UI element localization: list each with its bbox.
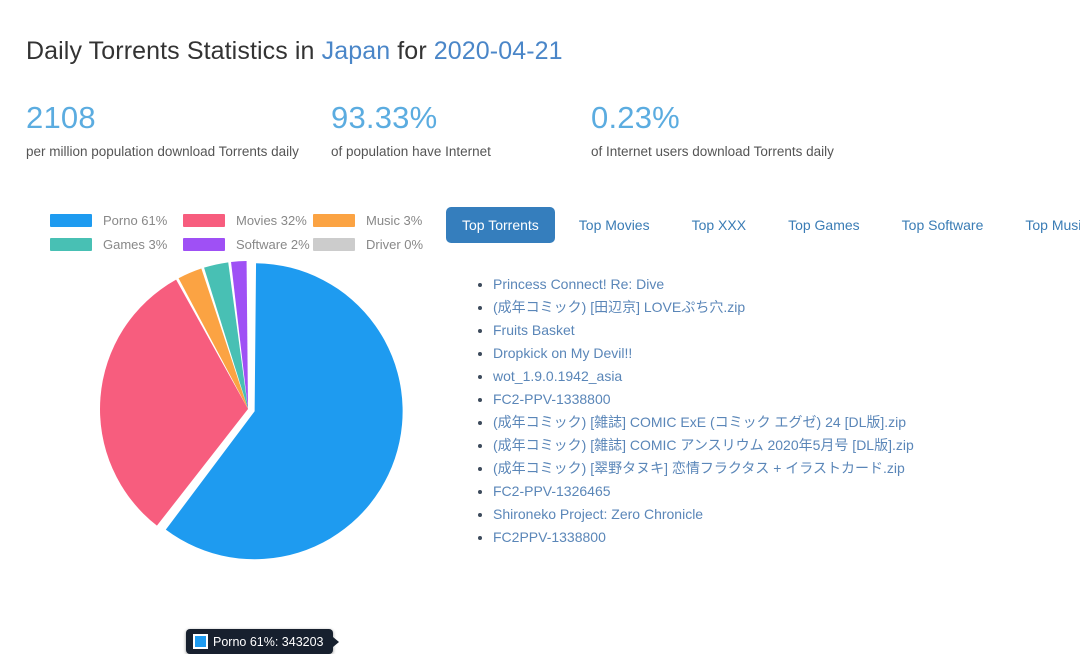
tab-top-movies[interactable]: Top Movies bbox=[563, 207, 666, 243]
list-item: Dropkick on My Devil!! bbox=[493, 342, 914, 365]
legend-label: Porno 61% bbox=[103, 212, 168, 228]
page-title-middle: for bbox=[390, 36, 434, 65]
chart-tooltip: Porno 61%: 343203 bbox=[186, 629, 339, 654]
tab-top-software[interactable]: Top Software bbox=[886, 207, 1000, 243]
list-item: FC2-PPV-1338800 bbox=[493, 388, 914, 411]
legend-label: Music 3% bbox=[366, 212, 423, 228]
legend-label: Movies 32% bbox=[236, 212, 307, 228]
stat-label: of population have Internet bbox=[331, 144, 491, 159]
list-item: Shironeko Project: Zero Chronicle bbox=[493, 503, 914, 526]
legend-swatch-icon bbox=[183, 213, 225, 227]
tab-top-torrents[interactable]: Top Torrents bbox=[446, 207, 555, 243]
torrent-link[interactable]: Dropkick on My Devil!! bbox=[493, 345, 632, 361]
torrent-link[interactable]: Shironeko Project: Zero Chronicle bbox=[493, 506, 703, 522]
pie-chart-panel: Porno 61% Movies 32% Music 3% Games 3% S… bbox=[26, 198, 441, 654]
tab-top-games[interactable]: Top Games bbox=[772, 207, 876, 243]
tab-bar: Top Torrents Top Movies Top XXX Top Game… bbox=[446, 207, 1080, 243]
list-item: (成年コミック) [翠野タヌキ] 恋情フラクタス + イラストカード.zip bbox=[493, 457, 914, 480]
tooltip-series-swatch-icon bbox=[193, 634, 208, 649]
stat-card-torrent-users-share: 0.23% of Internet users download Torrent… bbox=[591, 100, 991, 163]
page-title-prefix: Daily Torrents Statistics in bbox=[26, 36, 322, 65]
torrent-link[interactable]: Princess Connect! Re: Dive bbox=[493, 276, 664, 292]
stat-value: 0.23% bbox=[591, 100, 680, 135]
torrent-link[interactable]: (成年コミック) [雑誌] COMIC ExE (コミック エグゼ) 24 [D… bbox=[493, 414, 906, 430]
tooltip-text: Porno 61%: 343203 bbox=[213, 634, 324, 649]
torrent-link[interactable]: FC2-PPV-1338800 bbox=[493, 391, 611, 407]
torrent-link[interactable]: Fruits Basket bbox=[493, 322, 575, 338]
legend-swatch-icon bbox=[313, 213, 355, 227]
list-item: FC2-PPV-1326465 bbox=[493, 480, 914, 503]
torrent-link[interactable]: wot_1.9.0.1942_asia bbox=[493, 368, 622, 384]
stat-card-downloads-per-million: 2108 per million population download Tor… bbox=[26, 100, 331, 163]
torrent-list: Princess Connect! Re: Dive (成年コミック) [田辺京]… bbox=[467, 273, 914, 549]
statistics-row: 2108 per million population download Tor… bbox=[26, 100, 1056, 163]
date-link[interactable]: 2020-04-21 bbox=[434, 37, 563, 65]
list-item: wot_1.9.0.1942_asia bbox=[493, 365, 914, 388]
pie-chart[interactable] bbox=[26, 243, 441, 593]
tab-top-xxx[interactable]: Top XXX bbox=[676, 207, 762, 243]
stat-label: of Internet users download Torrents dail… bbox=[591, 144, 834, 159]
list-item: Fruits Basket bbox=[493, 319, 914, 342]
list-item: (成年コミック) [雑誌] COMIC アンスリウム 2020年5月号 [DL版… bbox=[493, 434, 914, 457]
country-link[interactable]: Japan bbox=[322, 37, 391, 65]
torrent-link[interactable]: FC2PPV-1338800 bbox=[493, 529, 606, 545]
legend-item-movies[interactable]: Movies 32% bbox=[183, 208, 307, 232]
list-item: FC2PPV-1338800 bbox=[493, 526, 914, 549]
legend-swatch-icon bbox=[50, 213, 92, 227]
stat-value: 93.33% bbox=[331, 100, 438, 135]
legend-item-music[interactable]: Music 3% bbox=[313, 208, 423, 232]
page-title: Daily Torrents Statistics in Japan for 2… bbox=[26, 37, 563, 66]
tab-top-music[interactable]: Top Music bbox=[1009, 207, 1080, 243]
torrents-panel: Top Torrents Top Movies Top XXX Top Game… bbox=[446, 198, 1080, 593]
torrent-link[interactable]: (成年コミック) [雑誌] COMIC アンスリウム 2020年5月号 [DL版… bbox=[493, 437, 914, 453]
stat-value: 2108 bbox=[26, 100, 96, 135]
list-item: (成年コミック) [雑誌] COMIC ExE (コミック エグゼ) 24 [D… bbox=[493, 411, 914, 434]
list-item: (成年コミック) [田辺京] LOVEぷち穴.zip bbox=[493, 296, 914, 319]
torrent-link[interactable]: (成年コミック) [田辺京] LOVEぷち穴.zip bbox=[493, 299, 745, 315]
content-lower: Porno 61% Movies 32% Music 3% Games 3% S… bbox=[0, 198, 1080, 654]
list-item: Princess Connect! Re: Dive bbox=[493, 273, 914, 296]
legend-item-porno[interactable]: Porno 61% bbox=[50, 208, 175, 232]
pie-chart-svg[interactable] bbox=[26, 243, 441, 593]
stat-label: per million population download Torrents… bbox=[26, 144, 299, 159]
torrent-link[interactable]: FC2-PPV-1326465 bbox=[493, 483, 611, 499]
torrent-link[interactable]: (成年コミック) [翠野タヌキ] 恋情フラクタス + イラストカード.zip bbox=[493, 460, 905, 476]
stat-card-internet-penetration: 93.33% of population have Internet bbox=[331, 100, 591, 163]
